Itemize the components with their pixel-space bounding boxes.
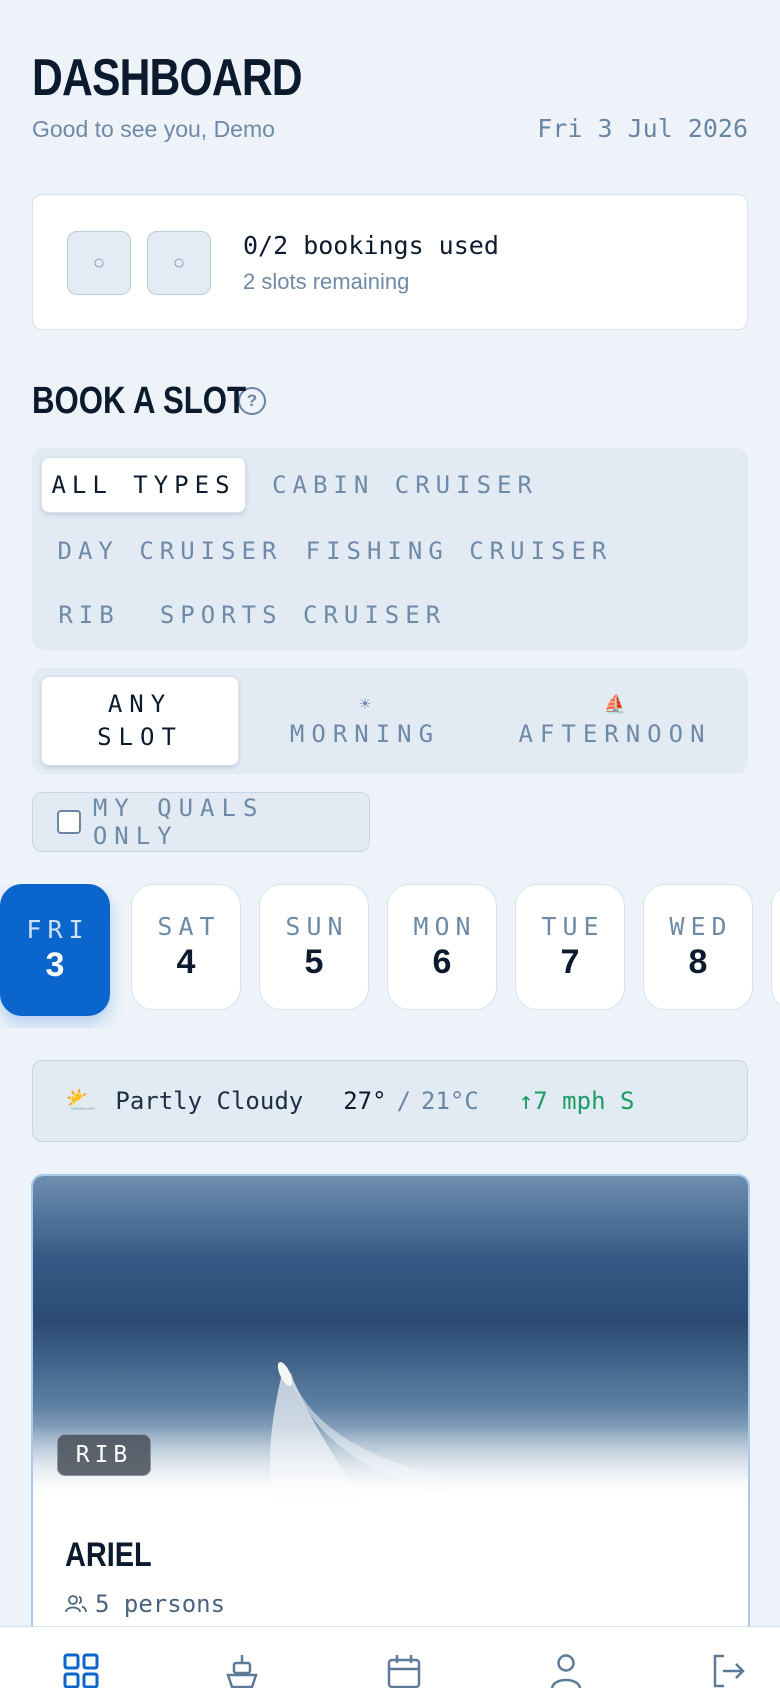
boat-capacity: 5 persons [65, 1590, 225, 1618]
page-header: DASHBOARD Good to see you, Demo Fri 3 Ju… [32, 48, 748, 148]
nav-calendar[interactable] [386, 1653, 426, 1688]
slot-option-morning-label: MORNING [289, 719, 441, 748]
type-chip-day-cruiser[interactable]: DAY CRUISER [52, 523, 288, 579]
slot-option-morning[interactable]: ☀ MORNING [252, 676, 478, 766]
greeting-text: Good to see you, Demo [32, 116, 275, 142]
nav-profile[interactable] [548, 1653, 588, 1688]
day-name: SAT [157, 912, 221, 941]
slot-option-any[interactable]: ANY SLOT [41, 676, 239, 766]
day-chip-sat[interactable]: SAT 4 [131, 884, 241, 1010]
temperature-low: 21°C [421, 1087, 479, 1115]
day-number: 6 [432, 943, 452, 981]
logout-icon [713, 1654, 745, 1688]
bookings-usage-card: ○ ○ 0/2 bookings used 2 slots remaining [32, 194, 748, 330]
nav-boats[interactable] [224, 1653, 264, 1688]
temperature-separator: / [396, 1087, 412, 1115]
bookings-used-text: 0/2 bookings used [243, 231, 499, 260]
day-number: 3 [45, 946, 65, 984]
boat-icon [226, 1655, 258, 1688]
day-chip-tue[interactable]: TUE 7 [515, 884, 625, 1010]
nav-logout[interactable] [710, 1653, 750, 1688]
day-chip-sun[interactable]: SUN 5 [259, 884, 369, 1010]
slot-option-any-line1: ANY [107, 690, 173, 718]
sun-icon: ☀ [359, 693, 371, 715]
day-number: 5 [304, 943, 324, 981]
day-chip-next[interactable] [771, 884, 780, 1010]
boat-type-badge: RIB [57, 1434, 151, 1476]
sailboat-icon: ⛵ [603, 693, 627, 715]
day-name: TUE [541, 912, 605, 941]
quals-label: MY QUALS ONLY [92, 794, 265, 850]
day-selector: FRI 3 SAT 4 SUN 5 MON 6 TUE 7 WED 8 [0, 884, 780, 1028]
day-chip-fri[interactable]: FRI 3 [0, 884, 110, 1016]
day-number: 7 [560, 943, 580, 981]
weather-bar: ⛅ Partly Cloudy 27° / 21°C ↑7 mph S [32, 1060, 748, 1142]
dashboard-icon [63, 1653, 99, 1688]
partly-cloudy-icon: ⛅ [65, 1086, 98, 1116]
temperature-high: 27° [343, 1087, 387, 1115]
bottom-navigation [0, 1626, 780, 1688]
slot-option-any-line2: SLOT [97, 723, 183, 751]
section-title: BOOK A SLOT [32, 379, 247, 422]
quals-checkbox[interactable] [57, 810, 81, 834]
slots-remaining-text: 2 slots remaining [243, 269, 410, 294]
slot-option-afternoon[interactable]: ⛵ AFTERNOON [490, 676, 740, 766]
my-quals-only-toggle[interactable]: MY QUALS ONLY [32, 792, 370, 852]
boat-photo: RIB [33, 1176, 748, 1502]
day-number: 4 [176, 943, 196, 981]
current-date: Fri 3 Jul 2026 [537, 114, 748, 143]
type-chip-fishing-cruiser[interactable]: FISHING CRUISER [304, 523, 614, 579]
slot-time-filter: ANY SLOT ☀ MORNING ⛵ AFTERNOON [32, 668, 748, 774]
book-slot-heading: BOOK A SLOT ? [32, 376, 266, 426]
booking-slot-indicator-empty-icon: ○ [67, 231, 131, 295]
boat-card[interactable]: RIB ARIEL 5 persons [31, 1174, 750, 1688]
boat-capacity-text: 5 persons [95, 1590, 226, 1618]
day-name: SUN [285, 912, 349, 941]
type-chip-rib[interactable]: RIB [52, 587, 126, 643]
day-name: WED [669, 912, 733, 941]
boat-type-filter: ALL TYPES CABIN CRUISER DAY CRUISER FISH… [32, 448, 748, 650]
weather-condition: Partly Cloudy [115, 1087, 304, 1115]
type-chip-cabin-cruiser[interactable]: CABIN CRUISER [262, 457, 548, 513]
calendar-icon [387, 1655, 421, 1688]
profile-icon [550, 1654, 582, 1688]
day-chip-wed[interactable]: WED 8 [643, 884, 753, 1010]
day-number: 8 [688, 943, 708, 981]
type-chip-sports-cruiser[interactable]: SPORTS CRUISER [160, 587, 446, 643]
booking-slot-indicator-empty-icon: ○ [147, 231, 211, 295]
people-icon [65, 1595, 87, 1613]
day-name: FRI [26, 915, 90, 944]
slot-option-afternoon-label: AFTERNOON [518, 719, 712, 748]
day-name: MON [413, 912, 477, 941]
boat-name: ARIEL [65, 1536, 152, 1574]
wind-info: ↑7 mph S [518, 1087, 635, 1115]
type-chip-all-types[interactable]: ALL TYPES [41, 457, 246, 513]
page-title: DASHBOARD [32, 49, 303, 107]
day-chip-mon[interactable]: MON 6 [387, 884, 497, 1010]
nav-dashboard[interactable] [63, 1653, 103, 1688]
